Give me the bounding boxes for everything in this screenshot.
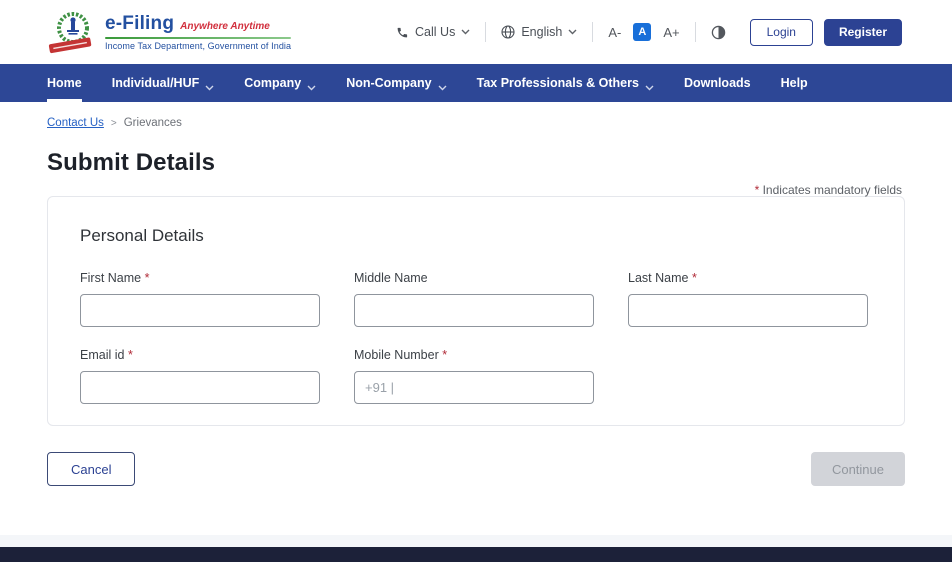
chevron-down-icon	[307, 80, 316, 91]
mandatory-fields-note: * Indicates mandatory fields	[754, 183, 902, 197]
register-button[interactable]: Register	[823, 18, 902, 46]
footer-bar	[0, 547, 952, 562]
last-name-label: Last Name *	[628, 271, 697, 285]
nav-item-downloads[interactable]: Downloads	[669, 64, 766, 102]
globe-icon	[501, 25, 515, 39]
continue-button[interactable]: Continue	[810, 452, 905, 486]
cancel-button[interactable]: Cancel	[47, 452, 136, 486]
logo-divider	[105, 37, 292, 39]
middle-name-label: Middle Name	[354, 271, 428, 285]
header-utilities: Call Us English A- A A+ Login Register	[396, 18, 902, 46]
email-input[interactable]	[80, 371, 320, 404]
mobile-number-field-group: Mobile Number *	[354, 348, 594, 404]
header-divider	[694, 22, 696, 42]
last-name-input[interactable]	[628, 294, 868, 327]
section-title: Personal Details	[80, 226, 204, 245]
first-name-field-group: First Name *	[80, 271, 320, 327]
language-menu[interactable]: English	[501, 25, 577, 39]
logo-text: e-Filing Anywhere Anytime Income Tax Dep…	[105, 13, 292, 51]
last-name-field-group: Last Name *	[628, 271, 868, 327]
breadcrumb-contact-us-link[interactable]: Contact Us	[47, 117, 104, 129]
nav-item-help[interactable]: Help	[766, 64, 823, 102]
logo-subtitle: Income Tax Department, Government of Ind…	[105, 41, 292, 51]
font-normal-button[interactable]: A	[633, 23, 652, 41]
breadcrumb-current: Grievances	[123, 117, 182, 129]
required-asterisk: *	[127, 348, 133, 362]
page-title: Submit Details	[47, 149, 216, 176]
brand-name: e-Filing	[105, 13, 175, 34]
email-field-group: Email id *	[80, 348, 320, 404]
font-increase-button[interactable]: A+	[663, 26, 679, 39]
required-asterisk: *	[442, 348, 448, 362]
required-asterisk: *	[691, 271, 697, 285]
header-divider	[592, 22, 594, 42]
nav-item-non-company[interactable]: Non-Company	[331, 64, 461, 102]
font-size-controls: A- A A+	[608, 23, 680, 41]
chevron-down-icon	[645, 80, 654, 91]
middle-name-input[interactable]	[354, 294, 594, 327]
national-emblem-icon	[47, 8, 97, 56]
middle-name-field-group: Middle Name	[354, 271, 594, 327]
chevron-down-icon	[205, 80, 214, 91]
call-us-menu[interactable]: Call Us	[396, 25, 470, 39]
phone-icon	[396, 26, 409, 39]
mobile-number-input[interactable]	[354, 371, 594, 404]
top-header: e-Filing Anywhere Anytime Income Tax Dep…	[0, 0, 952, 64]
form-grid: First Name * Middle Name Last Name * Ema…	[80, 271, 872, 404]
breadcrumb: Contact Us > Grievances	[47, 117, 952, 129]
first-name-label: First Name *	[80, 271, 150, 285]
email-label: Email id *	[80, 348, 133, 362]
chevron-down-icon	[568, 29, 577, 35]
pre-footer-band	[0, 535, 952, 547]
site-logo[interactable]: e-Filing Anywhere Anytime Income Tax Dep…	[47, 8, 292, 56]
main-navbar: Home Individual/HUF Company Non-Company …	[0, 64, 952, 102]
nav-item-individual-huf[interactable]: Individual/HUF	[97, 64, 230, 102]
brand-tagline: Anywhere Anytime	[180, 21, 270, 32]
first-name-input[interactable]	[80, 294, 320, 327]
language-label: English	[521, 25, 563, 39]
chevron-down-icon	[461, 29, 470, 35]
chevron-down-icon	[438, 80, 447, 91]
nav-item-company[interactable]: Company	[229, 64, 331, 102]
personal-details-card: Personal Details First Name * Middle Nam…	[47, 196, 905, 426]
required-asterisk: *	[144, 271, 150, 285]
call-us-label: Call Us	[415, 25, 456, 39]
font-decrease-button[interactable]: A-	[608, 26, 621, 39]
asterisk: *	[754, 183, 760, 197]
mobile-number-label: Mobile Number *	[354, 348, 448, 362]
nav-item-tax-professionals[interactable]: Tax Professionals & Others	[462, 64, 669, 102]
contrast-toggle-icon[interactable]	[711, 25, 726, 40]
header-divider	[485, 22, 487, 42]
breadcrumb-separator: >	[110, 117, 117, 129]
form-actions: Cancel Continue	[47, 452, 905, 486]
login-button[interactable]: Login	[749, 18, 813, 46]
nav-item-home[interactable]: Home	[32, 64, 97, 102]
